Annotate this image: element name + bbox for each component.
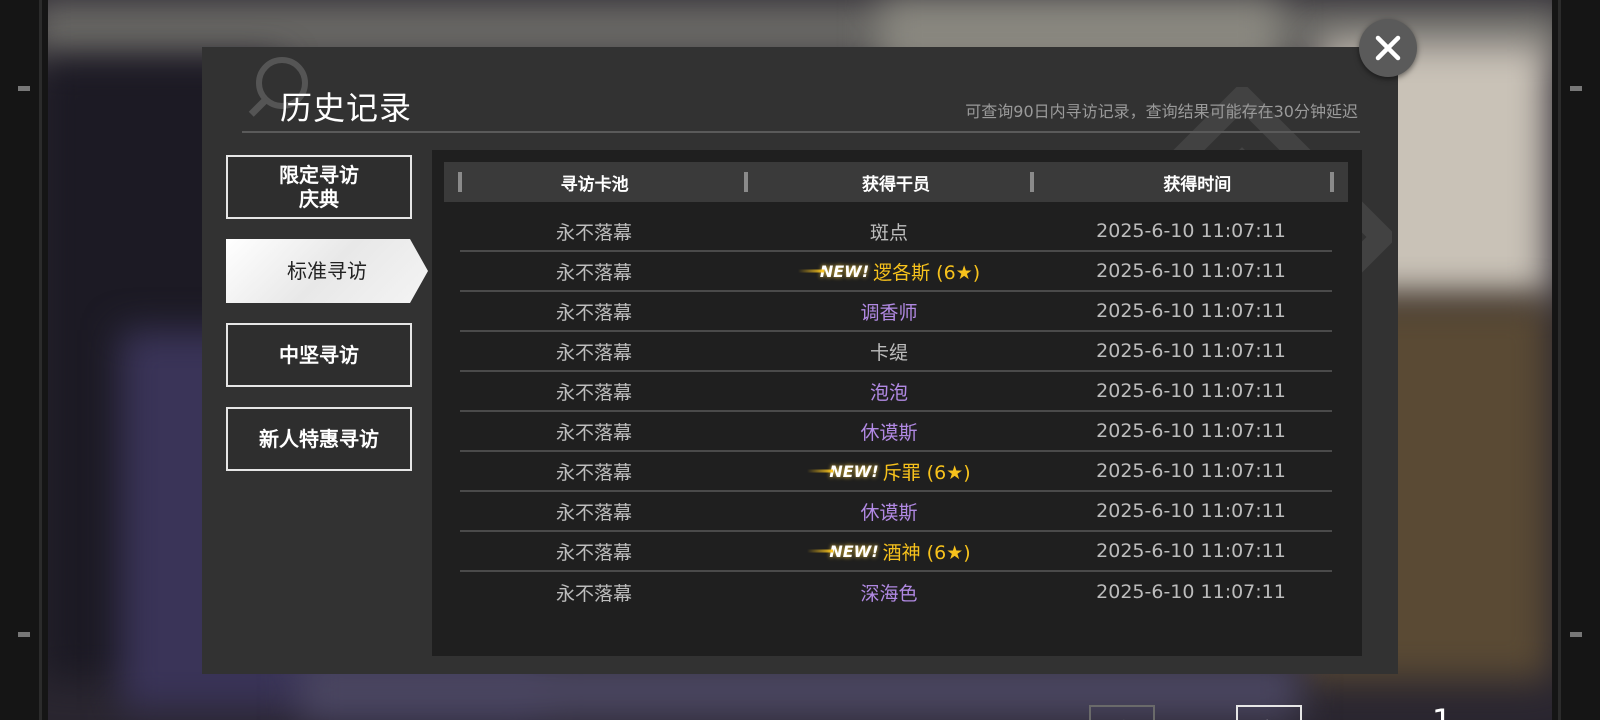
table-body: 永不落幕 斑点 2025-6-10 11:07:11 永不落幕 NEW! 逻各斯 (6★)… <box>460 212 1332 612</box>
new-badge: NEW! <box>807 542 878 561</box>
table-row: 永不落幕 休谟斯 2025-6-10 11:07:11 <box>460 492 1332 532</box>
operator-name: 卡缇 <box>869 341 908 364</box>
operator-name: 斥罪 (6★) <box>882 461 971 484</box>
pool-cell: 永不落幕 <box>555 381 632 404</box>
time-cell: 2025-6-10 11:07:11 <box>1096 260 1286 282</box>
chevron-left-icon: ‹ <box>1118 711 1126 720</box>
operator-cell: NEW! 斥罪 (6★) <box>728 458 1050 485</box>
table-row: 永不落幕 斑点 2025-6-10 11:07:11 <box>460 212 1332 252</box>
tab-label: 限定寻访 庆典 <box>279 163 359 211</box>
table-row: 永不落幕 泡泡 2025-6-10 11:07:11 <box>460 372 1332 412</box>
close-button[interactable] <box>1359 19 1417 77</box>
tab-core[interactable]: 中坚寻访 <box>226 323 412 387</box>
operator-cell: NEW! 酒神 (6★) <box>728 538 1050 565</box>
tab-limited-celebration[interactable]: 限定寻访 庆典 <box>226 155 412 219</box>
operator-cell: 泡泡 <box>728 378 1050 405</box>
history-dialog: 历史记录 可查询90日内寻访记录，查询结果可能存在30分钟延迟 限定寻访 庆典 … <box>202 47 1452 720</box>
header-time: 获得时间 <box>1163 174 1232 195</box>
history-table: 寻访卡池 获得干员 获得时间 永不落幕 斑点 2025-6-10 11:07:11 永… <box>432 150 1452 720</box>
next-page-button[interactable]: › <box>1236 705 1302 720</box>
time-cell: 2025-6-10 11:07:11 <box>1096 340 1286 362</box>
operator-cell: 深海色 <box>728 579 1050 606</box>
page-number: 1 <box>1407 702 1477 720</box>
time-cell: 2025-6-10 11:07:11 <box>1096 300 1286 322</box>
operator-name: 泡泡 <box>869 381 908 404</box>
pool-cell: 永不落幕 <box>555 582 632 605</box>
header-pool: 寻访卡池 <box>560 174 629 195</box>
table-header: 寻访卡池 获得干员 获得时间 <box>444 162 1348 202</box>
table-row: 永不落幕 NEW! 斥罪 (6★) 2025-6-10 11:07:11 <box>460 452 1332 492</box>
time-cell: 2025-6-10 11:07:11 <box>1096 420 1286 442</box>
operator-name: 休谟斯 <box>860 501 918 524</box>
operator-name: 酒神 (6★) <box>882 541 971 564</box>
pool-cell: 永不落幕 <box>555 541 632 564</box>
time-cell: 2025-6-10 11:07:11 <box>1096 380 1286 402</box>
operator-name: 逻各斯 (6★) <box>873 261 981 284</box>
table-row: 永不落幕 调香师 2025-6-10 11:07:11 <box>460 292 1332 332</box>
time-cell: 2025-6-10 11:07:11 <box>1096 460 1286 482</box>
tab-newbie[interactable]: 新人特惠寻访 <box>226 407 412 471</box>
operator-cell: 卡缇 <box>728 338 1050 365</box>
pool-cell: 永不落幕 <box>555 501 632 524</box>
tab-standard[interactable]: 标准寻访 <box>226 239 428 303</box>
new-badge: NEW! <box>798 262 869 281</box>
tab-label: 标准寻访 <box>287 259 367 283</box>
chevron-right-icon: › <box>1265 711 1273 720</box>
operator-cell: 斑点 <box>728 218 1050 245</box>
close-icon <box>1375 35 1401 61</box>
tab-label: 中坚寻访 <box>279 343 359 367</box>
tab-label: 新人特惠寻访 <box>259 427 379 451</box>
operator-cell: NEW! 逻各斯 (6★) <box>728 258 1050 285</box>
prev-page-button[interactable]: ‹ <box>1089 705 1155 720</box>
time-cell: 2025-6-10 11:07:11 <box>1096 540 1286 562</box>
dialog-title: 历史记录 <box>280 89 413 127</box>
operator-name: 休谟斯 <box>860 421 918 444</box>
pool-cell: 永不落幕 <box>555 221 632 244</box>
new-badge: NEW! <box>807 462 878 481</box>
operator-name: 斑点 <box>869 221 908 244</box>
left-frame <box>0 0 48 720</box>
table-row: 永不落幕 卡缇 2025-6-10 11:07:11 <box>460 332 1332 372</box>
operator-cell: 休谟斯 <box>728 418 1050 445</box>
pool-cell: 永不落幕 <box>555 301 632 324</box>
table-row: 永不落幕 NEW! 逻各斯 (6★) 2025-6-10 11:07:11 <box>460 252 1332 292</box>
time-cell: 2025-6-10 11:07:11 <box>1096 500 1286 522</box>
pool-cell: 永不落幕 <box>555 461 632 484</box>
table-row: 永不落幕 NEW! 酒神 (6★) 2025-6-10 11:07:11 <box>460 532 1332 572</box>
operator-name: 深海色 <box>860 582 918 605</box>
pool-cell: 永不落幕 <box>555 261 632 284</box>
time-cell: 2025-6-10 11:07:11 <box>1096 220 1286 242</box>
operator-cell: 调香师 <box>728 298 1050 325</box>
pool-cell: 永不落幕 <box>555 341 632 364</box>
table-row: 永不落幕 休谟斯 2025-6-10 11:07:11 <box>460 412 1332 452</box>
dialog-subtitle: 可查询90日内寻访记录，查询结果可能存在30分钟延迟 <box>965 102 1358 121</box>
operator-name: 调香师 <box>860 301 918 324</box>
table-row: 永不落幕 深海色 2025-6-10 11:07:11 <box>460 572 1332 612</box>
header-operator: 获得干员 <box>861 174 930 195</box>
right-frame <box>1552 0 1600 720</box>
time-cell: 2025-6-10 11:07:11 <box>1096 581 1286 603</box>
operator-cell: 休谟斯 <box>728 498 1050 525</box>
title-divider <box>242 131 1360 133</box>
pool-cell: 永不落幕 <box>555 421 632 444</box>
